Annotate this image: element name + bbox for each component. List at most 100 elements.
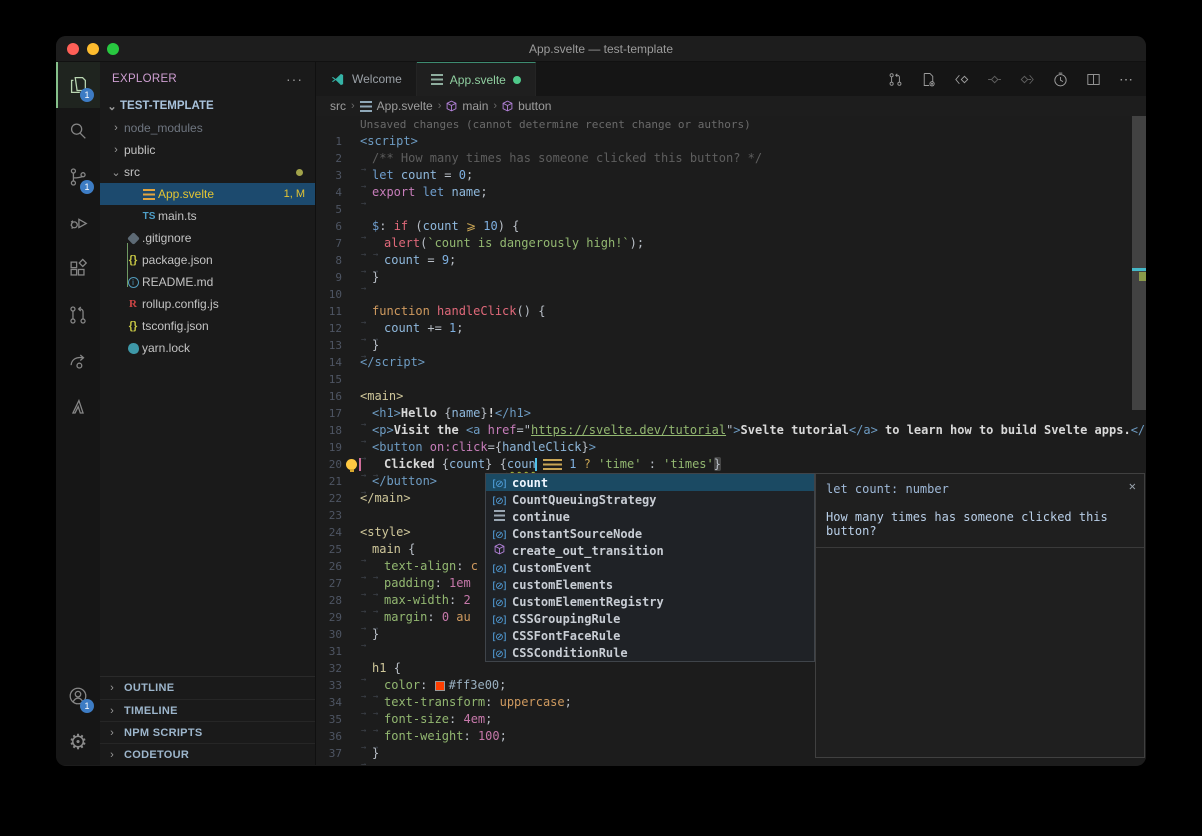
line-number[interactable]: 34 bbox=[316, 694, 360, 711]
suggest-item-customelementregistry[interactable]: [⊘]CustomElementRegistry bbox=[486, 593, 814, 610]
line-number[interactable]: 33 bbox=[316, 677, 360, 694]
line-number[interactable]: 18 bbox=[316, 422, 360, 439]
line-number[interactable]: 11 bbox=[316, 303, 360, 320]
line-number[interactable]: 27 bbox=[316, 575, 360, 592]
zoom-window-button[interactable] bbox=[107, 43, 119, 55]
line-number[interactable]: 15 bbox=[316, 371, 360, 388]
previous-change-disabled-button[interactable] bbox=[982, 67, 1006, 91]
split-editor-button[interactable] bbox=[1081, 67, 1105, 91]
sidebar-panel-codetour[interactable]: ›CODETOUR bbox=[100, 743, 315, 765]
tab-app-svelte[interactable]: App.svelte bbox=[417, 62, 536, 96]
line-number[interactable]: 23 bbox=[316, 507, 360, 524]
code-line-15[interactable]: 15 bbox=[316, 371, 1146, 388]
line-number[interactable]: 8 bbox=[316, 252, 360, 269]
code-line-14[interactable]: 14</script> bbox=[316, 354, 1146, 371]
line-number[interactable]: 35 bbox=[316, 711, 360, 728]
line-number[interactable]: 1 bbox=[316, 133, 360, 150]
code-line-1[interactable]: 1<script> bbox=[316, 133, 1146, 150]
activity-extensions[interactable] bbox=[56, 246, 100, 292]
line-number[interactable]: 19 bbox=[316, 439, 360, 456]
code-line-19[interactable]: 19<button on:click={handleClick}> bbox=[316, 439, 1146, 456]
activity-live-share[interactable] bbox=[56, 338, 100, 384]
suggest-item-customelements[interactable]: [⊘]customElements bbox=[486, 576, 814, 593]
next-change-disabled-button[interactable] bbox=[1015, 67, 1039, 91]
code-line-3[interactable]: 3let count = 0; bbox=[316, 167, 1146, 184]
code-line-4[interactable]: 4export let name; bbox=[316, 184, 1146, 201]
code-line-6[interactable]: 6$: if (count ⩾ 10) { bbox=[316, 218, 1146, 235]
tree-item-app-svelte[interactable]: App.svelte1, M bbox=[100, 183, 315, 205]
lightbulb-icon[interactable] bbox=[346, 459, 357, 470]
tree-item-test-template[interactable]: ⌄TEST-TEMPLATE bbox=[100, 95, 315, 117]
line-number[interactable]: 37 bbox=[316, 745, 360, 762]
suggest-item-continue[interactable]: continue bbox=[486, 508, 814, 525]
tree-item-main-ts[interactable]: TSmain.ts bbox=[100, 205, 315, 227]
breadcrumb-item-button[interactable]: button bbox=[502, 99, 551, 113]
breadcrumb-item-src[interactable]: src bbox=[330, 99, 346, 113]
activity-source-control[interactable]: 1 bbox=[56, 154, 100, 200]
tree-item-yarn-lock[interactable]: yarn.lock bbox=[100, 337, 315, 359]
line-number[interactable]: 10 bbox=[316, 286, 360, 303]
code-line-16[interactable]: 16<main> bbox=[316, 388, 1146, 405]
tree-item-src[interactable]: ⌄src bbox=[100, 161, 315, 183]
tree-item-rollup-config-js[interactable]: Rrollup.config.js bbox=[100, 293, 315, 315]
line-number[interactable]: 2 bbox=[316, 150, 360, 167]
code-editor[interactable]: Unsaved changes (cannot determine recent… bbox=[316, 116, 1146, 765]
editor-scrollbar[interactable] bbox=[1132, 116, 1146, 410]
sidebar-panel-npm-scripts[interactable]: ›NPM SCRIPTS bbox=[100, 721, 315, 743]
suggest-item-cssfontfacerule[interactable]: [⊘]CSSFontFaceRule bbox=[486, 627, 814, 644]
line-number[interactable]: 28 bbox=[316, 592, 360, 609]
line-number[interactable]: 36 bbox=[316, 728, 360, 745]
line-number[interactable]: 16 bbox=[316, 388, 360, 405]
line-number[interactable]: 26 bbox=[316, 558, 360, 575]
breadcrumb-item-main[interactable]: main bbox=[446, 99, 488, 113]
line-number[interactable]: 25 bbox=[316, 541, 360, 558]
line-number[interactable]: 5 bbox=[316, 201, 360, 218]
suggest-item-countqueuingstrategy[interactable]: [⊘]CountQueuingStrategy bbox=[486, 491, 814, 508]
code-line-9[interactable]: 9} bbox=[316, 269, 1146, 286]
line-number[interactable]: 30 bbox=[316, 626, 360, 643]
code-line-10[interactable]: 10 bbox=[316, 286, 1146, 303]
activity-azure[interactable] bbox=[56, 384, 100, 430]
more-actions-button[interactable]: ⋯ bbox=[1114, 67, 1138, 91]
sidebar-panel-outline[interactable]: ›OUTLINE bbox=[100, 677, 315, 699]
code-line-13[interactable]: 13} bbox=[316, 337, 1146, 354]
tree-item-package-json[interactable]: {}package.json bbox=[100, 249, 315, 271]
code-line-18[interactable]: 18<p>Visit the <a href="https://svelte.d… bbox=[316, 422, 1146, 439]
close-window-button[interactable] bbox=[67, 43, 79, 55]
line-number[interactable]: 24 bbox=[316, 524, 360, 541]
line-number[interactable]: 13 bbox=[316, 337, 360, 354]
code-line-5[interactable]: 5 bbox=[316, 201, 1146, 218]
suggest-item-constantsourcenode[interactable]: [⊘]ConstantSourceNode bbox=[486, 525, 814, 542]
code-line-11[interactable]: 11function handleClick() { bbox=[316, 303, 1146, 320]
code-line-2[interactable]: 2/** How many times has someone clicked … bbox=[316, 150, 1146, 167]
tree-item-tsconfig-json[interactable]: {}tsconfig.json bbox=[100, 315, 315, 337]
line-number[interactable]: 32 bbox=[316, 660, 360, 677]
line-number[interactable]: 29 bbox=[316, 609, 360, 626]
line-number[interactable]: 17 bbox=[316, 405, 360, 422]
code-line-7[interactable]: 7alert(`count is dangerously high!`); bbox=[316, 235, 1146, 252]
line-number[interactable]: 6 bbox=[316, 218, 360, 235]
line-number[interactable]: 4 bbox=[316, 184, 360, 201]
line-number[interactable]: 21 bbox=[316, 473, 360, 490]
code-line-17[interactable]: 17<h1>Hello {name}!</h1> bbox=[316, 405, 1146, 422]
code-line-8[interactable]: 8count = 9; bbox=[316, 252, 1146, 269]
breadcrumb-item-app-svelte[interactable]: App.svelte bbox=[360, 99, 433, 113]
close-icon[interactable]: ✕ bbox=[1129, 479, 1136, 493]
activity-explorer[interactable]: 1 bbox=[56, 62, 100, 108]
suggest-item-customevent[interactable]: [⊘]CustomEvent bbox=[486, 559, 814, 576]
line-number[interactable]: 31 bbox=[316, 643, 360, 660]
tab-welcome[interactable]: Welcome bbox=[316, 62, 417, 96]
css-color-swatch[interactable] bbox=[435, 681, 445, 691]
activity-accounts[interactable]: 1 bbox=[56, 673, 100, 719]
line-number[interactable]: 3 bbox=[316, 167, 360, 184]
previous-change-button[interactable] bbox=[949, 67, 973, 91]
suggest-item-cssconditionrule[interactable]: [⊘]CSSConditionRule bbox=[486, 644, 814, 661]
line-number[interactable]: 9 bbox=[316, 269, 360, 286]
file-history-button[interactable] bbox=[1048, 67, 1072, 91]
activity-github-pr[interactable] bbox=[56, 292, 100, 338]
open-changes-button[interactable] bbox=[916, 67, 940, 91]
code-line-12[interactable]: 12count += 1; bbox=[316, 320, 1146, 337]
line-number[interactable]: 14 bbox=[316, 354, 360, 371]
code-line-20[interactable]: 20Clicked {count} {coun 1 ? 'time' : 'ti… bbox=[316, 456, 1146, 473]
activity-search[interactable] bbox=[56, 108, 100, 154]
